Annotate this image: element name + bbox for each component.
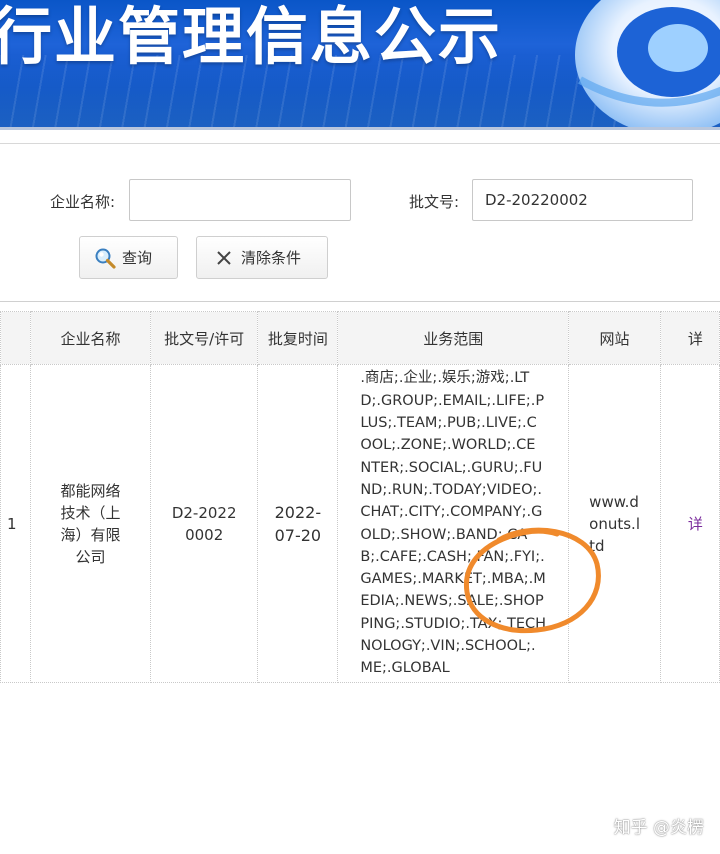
column-header-detail: 详 xyxy=(659,311,720,365)
query-button-label: 查询 xyxy=(122,249,153,267)
column-header-approval-date: 批复时间 xyxy=(257,311,339,365)
approval-number-input[interactable] xyxy=(472,179,693,221)
website-cell: www.donuts.ltd xyxy=(568,364,661,683)
approval-number-label: 批文号: xyxy=(409,193,460,211)
header-banner: 行业管理信息公示 xyxy=(0,0,720,127)
column-header-approval-no: 批文号/许可 xyxy=(149,311,259,365)
column-header-website: 网站 xyxy=(568,311,661,365)
company-name-label: 企业名称: xyxy=(50,193,116,211)
banner-divider xyxy=(0,127,720,130)
column-header-company: 企业名称 xyxy=(30,311,151,365)
watermark: 知乎 @炎楞 xyxy=(613,818,704,838)
banner-title: 行业管理信息公示 xyxy=(0,0,503,73)
business-scope-cell: .商店;.企业;.娱乐;游戏;.LTD;.GROUP;.EMAIL;.LIFE;… xyxy=(337,364,570,683)
company-name-input[interactable] xyxy=(129,179,351,221)
globe-logo-icon xyxy=(575,0,720,127)
detail-cell: 详 xyxy=(659,364,720,683)
results-table: 企业名称 批文号/许可 批复时间 业务范围 网站 详 1 都能网络技术（上海）有… xyxy=(0,311,720,683)
close-icon xyxy=(213,247,235,269)
table-row: 1 都能网络技术（上海）有限公司 D2-20220002 2022-07-20 … xyxy=(0,364,720,683)
row-index: 1 xyxy=(0,364,32,683)
approval-number-cell: D2-20220002 xyxy=(149,364,259,683)
search-icon xyxy=(94,247,116,269)
company-name-cell: 都能网络技术（上海）有限公司 xyxy=(30,364,151,683)
detail-link[interactable]: 详 xyxy=(688,515,703,533)
approval-date-cell: 2022-07-20 xyxy=(257,364,339,683)
column-header-index xyxy=(0,311,32,365)
clear-conditions-label: 清除条件 xyxy=(241,249,302,267)
column-header-business-scope: 业务范围 xyxy=(337,311,570,365)
search-panel: 企业名称: 批文号: 查询 清除条件 xyxy=(0,143,720,302)
clear-conditions-button[interactable]: 清除条件 xyxy=(196,236,328,279)
table-header-row: 企业名称 批文号/许可 批复时间 业务范围 网站 详 xyxy=(0,311,720,365)
query-button[interactable]: 查询 xyxy=(79,236,178,279)
